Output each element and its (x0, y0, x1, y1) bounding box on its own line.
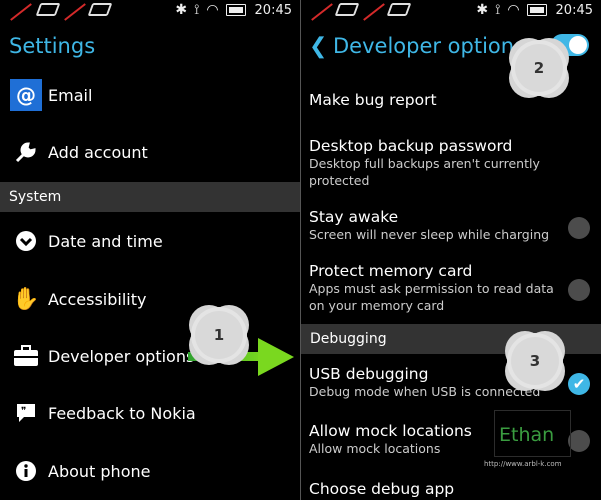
closed-window-icon (64, 3, 86, 21)
option-summary: Screen will never sleep while charging (309, 227, 550, 242)
closed-window-icon (363, 3, 385, 21)
page-title: Settings (9, 34, 96, 58)
at-icon: @ (10, 79, 42, 111)
settings-item-add-account[interactable]: Add account (0, 136, 300, 168)
settings-item-feedback[interactable]: ❞ Feedback to Nokia (0, 397, 300, 429)
step-number: 2 (533, 59, 545, 77)
settings-item-accessibility[interactable]: ✋ Accessibility (0, 283, 300, 315)
svg-text:❞: ❞ (21, 406, 26, 417)
window-tab-icon (87, 3, 113, 16)
settings-item-label: About phone (48, 461, 151, 481)
option-summary: Apps must ask permission to read data on… (309, 281, 554, 313)
window-tab-icon (35, 3, 61, 16)
window-tab-icon (334, 3, 360, 16)
settings-item-email[interactable]: @ Email (0, 79, 300, 111)
settings-item-label: Add account (48, 142, 148, 162)
option-title: Stay awake (309, 208, 399, 226)
step-badge-2: 2 (511, 40, 567, 96)
option-title: Protect memory card (309, 262, 473, 280)
clock: 20:45 (254, 2, 292, 18)
step-number: 3 (529, 352, 541, 370)
settings-item-date-time[interactable]: Date and time (0, 225, 300, 257)
section-header-system: System (0, 182, 300, 212)
settings-item-label: Email (48, 85, 93, 105)
settings-item-label: Accessibility (48, 289, 147, 309)
page-title[interactable]: Developer options (333, 34, 525, 58)
closed-window-icon (311, 3, 333, 21)
option-choose-debug-app[interactable]: Choose debug app (301, 480, 601, 498)
wrench-icon (10, 136, 42, 168)
status-bar: ✱ ⟟ ◠ 20:45 (301, 0, 601, 24)
hand-icon: ✋ (12, 286, 40, 312)
settings-screen: ✱ ⟟ ◠ 20:45 Settings @ Email Add account… (0, 0, 300, 500)
status-bar: ✱ ⟟ ◠ 20:45 (0, 0, 300, 24)
settings-item-label: Feedback to Nokia (48, 403, 196, 423)
usb-icon: ⟟ (495, 2, 501, 18)
stay-awake-checkbox[interactable] (568, 217, 590, 239)
briefcase-icon (10, 340, 42, 372)
battery-icon (225, 4, 246, 16)
battery-icon (526, 4, 547, 16)
wifi-icon: ◠ (507, 2, 520, 18)
clock: 20:45 (555, 2, 593, 18)
speech-bubble-icon: ❞ (10, 397, 42, 429)
checkmark-icon: ✔ (572, 375, 586, 393)
option-title: Desktop backup password (309, 137, 513, 155)
usb-debugging-checkbox[interactable]: ✔ (568, 373, 590, 395)
bluetooth-icon: ✱ (476, 2, 489, 18)
step-badge-1: 1 (191, 307, 247, 363)
protect-memory-card-checkbox[interactable] (568, 279, 590, 301)
option-summary: Desktop full backups aren't currently pr… (309, 156, 540, 188)
back-chevron-icon[interactable]: ❮ (309, 34, 327, 59)
step-badge-3: 3 (507, 333, 563, 389)
window-tab-icon (386, 3, 412, 16)
option-desktop-backup-password[interactable]: Desktop backup password Desktop full bac… (301, 137, 601, 189)
option-stay-awake[interactable]: Stay awake Screen will never sleep while… (301, 208, 601, 243)
option-protect-memory-card[interactable]: Protect memory card Apps must ask permis… (301, 262, 601, 314)
watermark-url: http://www.arbl-k.com (484, 460, 562, 468)
allow-mock-locations-checkbox[interactable] (568, 430, 590, 452)
usb-icon: ⟟ (194, 2, 200, 18)
settings-item-about-phone[interactable]: About phone (0, 455, 300, 487)
settings-item-label: Date and time (48, 231, 163, 251)
option-title: Choose debug app (309, 480, 455, 498)
clock-icon (10, 225, 42, 257)
watermark-name: Ethan (499, 424, 555, 446)
wifi-icon: ◠ (206, 2, 219, 18)
pointer-arrow-head (258, 338, 294, 376)
settings-item-label: Developer options (48, 346, 195, 366)
step-number: 1 (213, 326, 225, 344)
info-icon (10, 455, 42, 487)
closed-window-icon (10, 3, 32, 21)
bluetooth-icon: ✱ (175, 2, 188, 18)
